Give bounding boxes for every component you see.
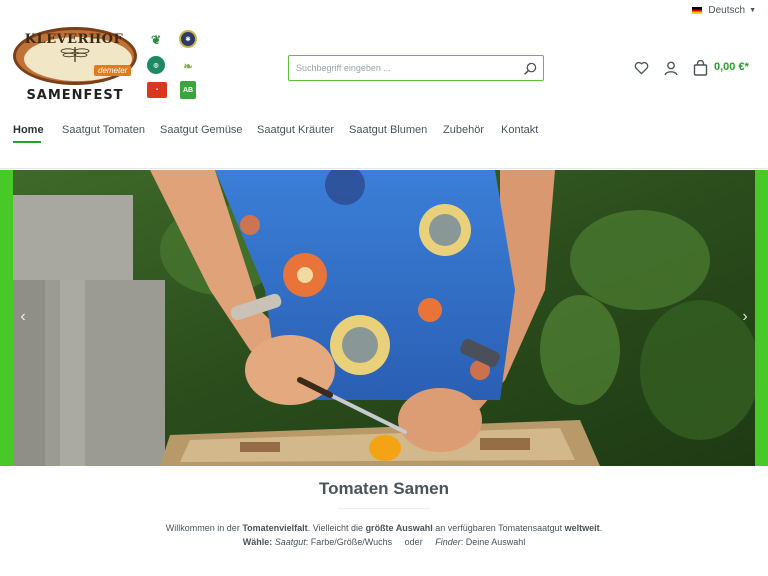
nav-item-saatgut-kraeuter[interactable]: Saatgut Kräuter <box>257 124 334 136</box>
slider-next-button[interactable]: › <box>736 302 754 332</box>
choose-label: Wähle: <box>242 537 273 547</box>
nav-item-kontakt[interactable]: Kontakt <box>501 124 538 136</box>
dragonfly-icon <box>60 47 90 62</box>
ab-label-icon: AB <box>180 81 196 99</box>
wishlist-button[interactable] <box>632 59 650 77</box>
cart-total[interactable]: 0,00 €* <box>714 61 749 73</box>
header-divider <box>0 168 768 169</box>
section-title: Tomaten Samen <box>318 479 450 498</box>
chevron-right-icon: › <box>742 308 748 325</box>
search-box <box>288 55 544 81</box>
highlight-tomatenvielfalt: Tomatenvielfalt <box>242 523 308 533</box>
search-button[interactable] <box>517 56 543 80</box>
nav-item-zubehoer[interactable]: Zubehör <box>443 124 484 136</box>
intro-text: Willkommen in der Tomatenvielfalt. Viell… <box>165 523 603 533</box>
chevron-left-icon: ‹ <box>20 308 26 325</box>
nav-item-saatgut-tomaten[interactable]: Saatgut Tomaten <box>62 124 145 136</box>
cart-button[interactable] <box>691 59 709 77</box>
search-input[interactable] <box>289 56 517 80</box>
user-icon <box>664 61 678 75</box>
top-bar: Deutsch ▼ <box>0 0 768 22</box>
or-label: oder <box>404 537 423 547</box>
logo-subtitle: SAMENFEST <box>26 88 124 103</box>
slider-prev-button[interactable]: ‹ <box>14 302 32 332</box>
logo-title: KLEVERHOF <box>24 32 124 47</box>
red-label-icon: ▪ <box>147 82 167 98</box>
demeter-badge: demeter <box>94 65 132 76</box>
eco-circle-icon: ◎ <box>147 56 165 74</box>
nav-item-home[interactable]: Home <box>13 124 44 136</box>
hero-slider[interactable]: ‹ › <box>0 170 768 466</box>
caret-down-icon: ▼ <box>749 7 756 14</box>
bioverita-icon: ❧ <box>183 60 193 73</box>
heart-icon <box>634 61 648 75</box>
highlight-groesste-auswahl: größte Auswahl <box>365 523 433 533</box>
search-icon <box>523 62 536 75</box>
saatgut-link[interactable]: Saatgut <box>275 537 306 547</box>
title-separator <box>338 508 430 509</box>
hero-image <box>0 170 768 466</box>
active-nav-indicator <box>13 141 41 143</box>
language-switcher[interactable]: Deutsch ▼ <box>692 5 756 16</box>
german-flag-icon <box>692 7 703 14</box>
choose-text: Wähle: Saatgut: Farbe/Größe/Wuchs oder F… <box>242 537 526 547</box>
site-logo[interactable]: KLEVERHOF demeter SAMENFEST <box>12 26 140 104</box>
main-navigation: Home Saatgut Tomaten Saatgut Gemüse Saat… <box>0 124 768 146</box>
hero-frame-right <box>755 170 768 466</box>
nav-item-saatgut-blumen[interactable]: Saatgut Blumen <box>349 124 427 136</box>
finder-link[interactable]: Finder <box>435 537 461 547</box>
seal-icon: ✱ <box>179 30 197 48</box>
language-label: Deutsch <box>708 5 746 16</box>
highlight-weltweit: weltweit <box>564 523 600 533</box>
hero-frame-left <box>0 170 13 466</box>
organic-leaf-icon: ❦ <box>150 33 162 47</box>
shopping-bag-icon <box>693 60 707 76</box>
nav-item-saatgut-gemuese[interactable]: Saatgut Gemüse <box>160 124 243 136</box>
account-button[interactable] <box>662 59 680 77</box>
